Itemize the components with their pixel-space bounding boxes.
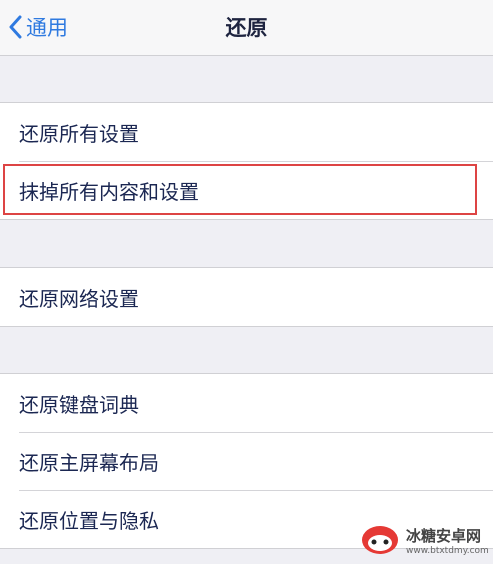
watermark: 冰糖安卓网 www.btxtdmy.com [360, 520, 493, 564]
reset-network-settings-row[interactable]: 还原网络设置 [0, 268, 493, 326]
settings-group-network: 还原网络设置 [0, 267, 493, 327]
watermark-brand: 冰糖安卓网 [406, 527, 482, 545]
row-label: 还原位置与隐私 [19, 508, 159, 533]
row-label: 还原主屏幕布局 [19, 450, 159, 475]
reset-home-screen-layout-row[interactable]: 还原主屏幕布局 [0, 432, 493, 490]
row-label: 还原网络设置 [19, 286, 139, 311]
brand-logo-icon [360, 523, 400, 561]
page-title: 还原 [225, 16, 268, 40]
watermark-url: www.btxtdmy.com [406, 546, 489, 556]
navigation-bar: 通用 还原 [0, 0, 493, 56]
reset-keyboard-dictionary-row[interactable]: 还原键盘词典 [0, 374, 493, 432]
highlight-box [3, 164, 477, 215]
row-label: 还原键盘词典 [19, 392, 139, 417]
row-label: 还原所有设置 [19, 121, 139, 146]
reset-all-settings-row[interactable]: 还原所有设置 [0, 103, 493, 161]
